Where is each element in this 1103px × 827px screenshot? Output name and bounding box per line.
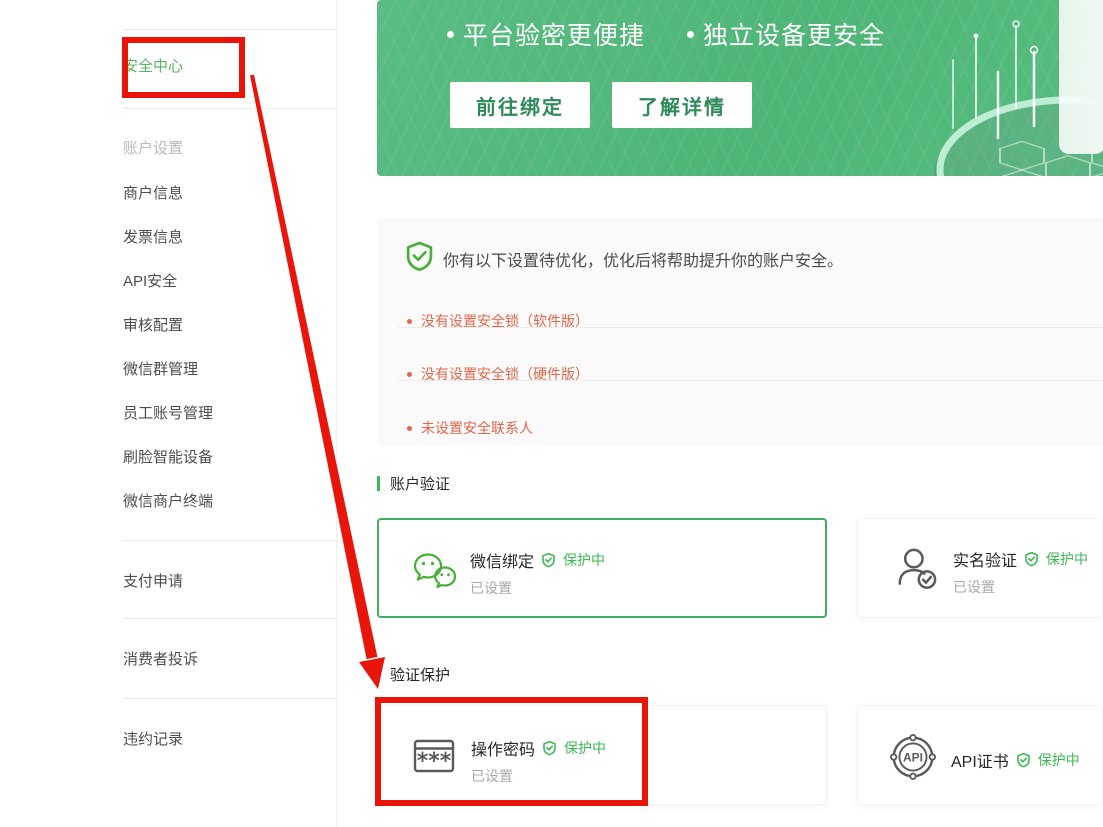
- banner-feature-list: 平台验密更便捷 独立设备更安全: [447, 16, 885, 52]
- card-wechat-bind-title: 微信绑定: [470, 548, 534, 572]
- wechat-icon: [411, 552, 459, 590]
- notice-item-softlock[interactable]: 没有设置安全锁（软件版）: [407, 311, 589, 331]
- card-api-cert-status: 保护中: [1038, 750, 1080, 770]
- section-bar-icon: [377, 667, 380, 682]
- shield-check-icon: [542, 740, 557, 756]
- password-window-icon: ***: [412, 734, 456, 778]
- sidebar-item-api-security[interactable]: API安全: [123, 270, 177, 291]
- banner-feature-1-label: 平台验密更便捷: [463, 16, 645, 52]
- section-verification-protection-label: 验证保护: [390, 664, 450, 685]
- security-center-page: 安全中心 账户设置 商户信息 发票信息 API安全 审核配置 微信群管理 员工账…: [0, 0, 1103, 827]
- card-op-password-title: 操作密码: [471, 736, 535, 760]
- sidebar-item-merchant-terminal[interactable]: 微信商户终端: [123, 490, 213, 511]
- shield-check-icon: [1016, 752, 1031, 768]
- section-account-verification-label: 账户验证: [390, 473, 450, 494]
- sidebar-item-wechat-group[interactable]: 微信群管理: [123, 358, 198, 379]
- banner-feature-2: 独立设备更安全: [687, 16, 885, 52]
- notice-item-hardlock[interactable]: 没有设置安全锁（硬件版）: [407, 364, 589, 384]
- go-bind-button[interactable]: 前往绑定: [450, 82, 590, 128]
- bullet-dot-icon: [687, 31, 694, 38]
- notice-item-contact[interactable]: 未设置安全联系人: [407, 418, 533, 438]
- bullet-dot-icon: [407, 426, 412, 431]
- sidebar-item-review-config[interactable]: 审核配置: [123, 314, 183, 335]
- sidebar-item-payment-application[interactable]: 支付申请: [123, 570, 183, 591]
- section-verification-protection: 验证保护: [377, 664, 450, 685]
- notice-divider: [398, 327, 1103, 328]
- security-platform-illustration: [853, 0, 1103, 176]
- notice-divider: [398, 380, 1103, 381]
- sidebar-divider: [123, 618, 337, 619]
- sidebar-item-merchant-info[interactable]: 商户信息: [123, 182, 183, 203]
- sidebar-item-security-center[interactable]: 安全中心: [123, 55, 183, 76]
- security-lock-banner: 平台验密更便捷 独立设备更安全 前往绑定 了解详情: [377, 0, 1103, 176]
- card-realname-subtitle: 已设置: [953, 577, 1088, 597]
- sidebar-item-invoice-info[interactable]: 发票信息: [123, 226, 183, 247]
- shield-check-icon: [1024, 551, 1039, 567]
- sidebar-divider: [123, 698, 337, 699]
- card-realname-title: 实名验证: [953, 547, 1017, 571]
- person-check-icon: [894, 545, 940, 591]
- api-icon-text: API: [903, 751, 923, 765]
- sidebar-divider: [123, 540, 337, 541]
- card-wechat-bind-status: 保护中: [563, 550, 605, 570]
- bullet-dot-icon: [407, 319, 412, 324]
- card-operation-password[interactable]: *** 操作密码 保护中 已设置: [377, 705, 827, 805]
- notice-title: 你有以下设置待优化，优化后将帮助提升你的账户安全。: [443, 247, 843, 271]
- card-op-password-subtitle: 已设置: [471, 766, 606, 786]
- banner-feature-2-label: 独立设备更安全: [703, 16, 885, 52]
- bullet-dot-icon: [447, 31, 454, 38]
- shield-check-icon: [541, 552, 556, 568]
- notice-item-hardlock-label: 没有设置安全锁（硬件版）: [421, 364, 589, 384]
- notice-item-contact-label: 未设置安全联系人: [421, 418, 533, 438]
- card-realname-status: 保护中: [1046, 549, 1088, 569]
- section-bar-icon: [377, 476, 380, 491]
- password-stars-text: ***: [417, 749, 452, 774]
- section-account-verification: 账户验证: [377, 473, 450, 494]
- sidebar-item-violation-records[interactable]: 违约记录: [123, 728, 183, 749]
- sidebar-item-consumer-complaints[interactable]: 消费者投诉: [123, 648, 198, 669]
- bullet-dot-icon: [407, 372, 412, 377]
- card-wechat-bind[interactable]: 微信绑定 保护中 已设置: [377, 518, 827, 618]
- card-api-certificate[interactable]: API API证书 保护中: [857, 705, 1103, 805]
- shield-check-icon: [404, 240, 435, 272]
- security-notice-panel: 你有以下设置待优化，优化后将帮助提升你的账户安全。 没有设置安全锁（软件版） 没…: [377, 217, 1103, 445]
- card-realname-verify[interactable]: 实名验证 保护中 已设置: [857, 518, 1103, 618]
- notice-item-softlock-label: 没有设置安全锁（软件版）: [421, 311, 589, 331]
- card-api-cert-title: API证书: [951, 748, 1009, 772]
- sidebar-item-account-settings[interactable]: 账户设置: [123, 137, 183, 158]
- sidebar: 安全中心 账户设置 商户信息 发票信息 API安全 审核配置 微信群管理 员工账…: [0, 0, 337, 827]
- api-certificate-seal-icon: API: [889, 733, 937, 781]
- sidebar-item-staff-accounts[interactable]: 员工账号管理: [123, 402, 213, 423]
- sidebar-item-face-devices[interactable]: 刷脸智能设备: [123, 446, 213, 467]
- sidebar-divider: [123, 108, 337, 109]
- sidebar-divider: [123, 29, 337, 30]
- banner-feature-1: 平台验密更便捷: [447, 16, 645, 52]
- card-wechat-bind-subtitle: 已设置: [470, 578, 605, 598]
- card-op-password-status: 保护中: [564, 738, 606, 758]
- learn-more-button[interactable]: 了解详情: [612, 82, 752, 128]
